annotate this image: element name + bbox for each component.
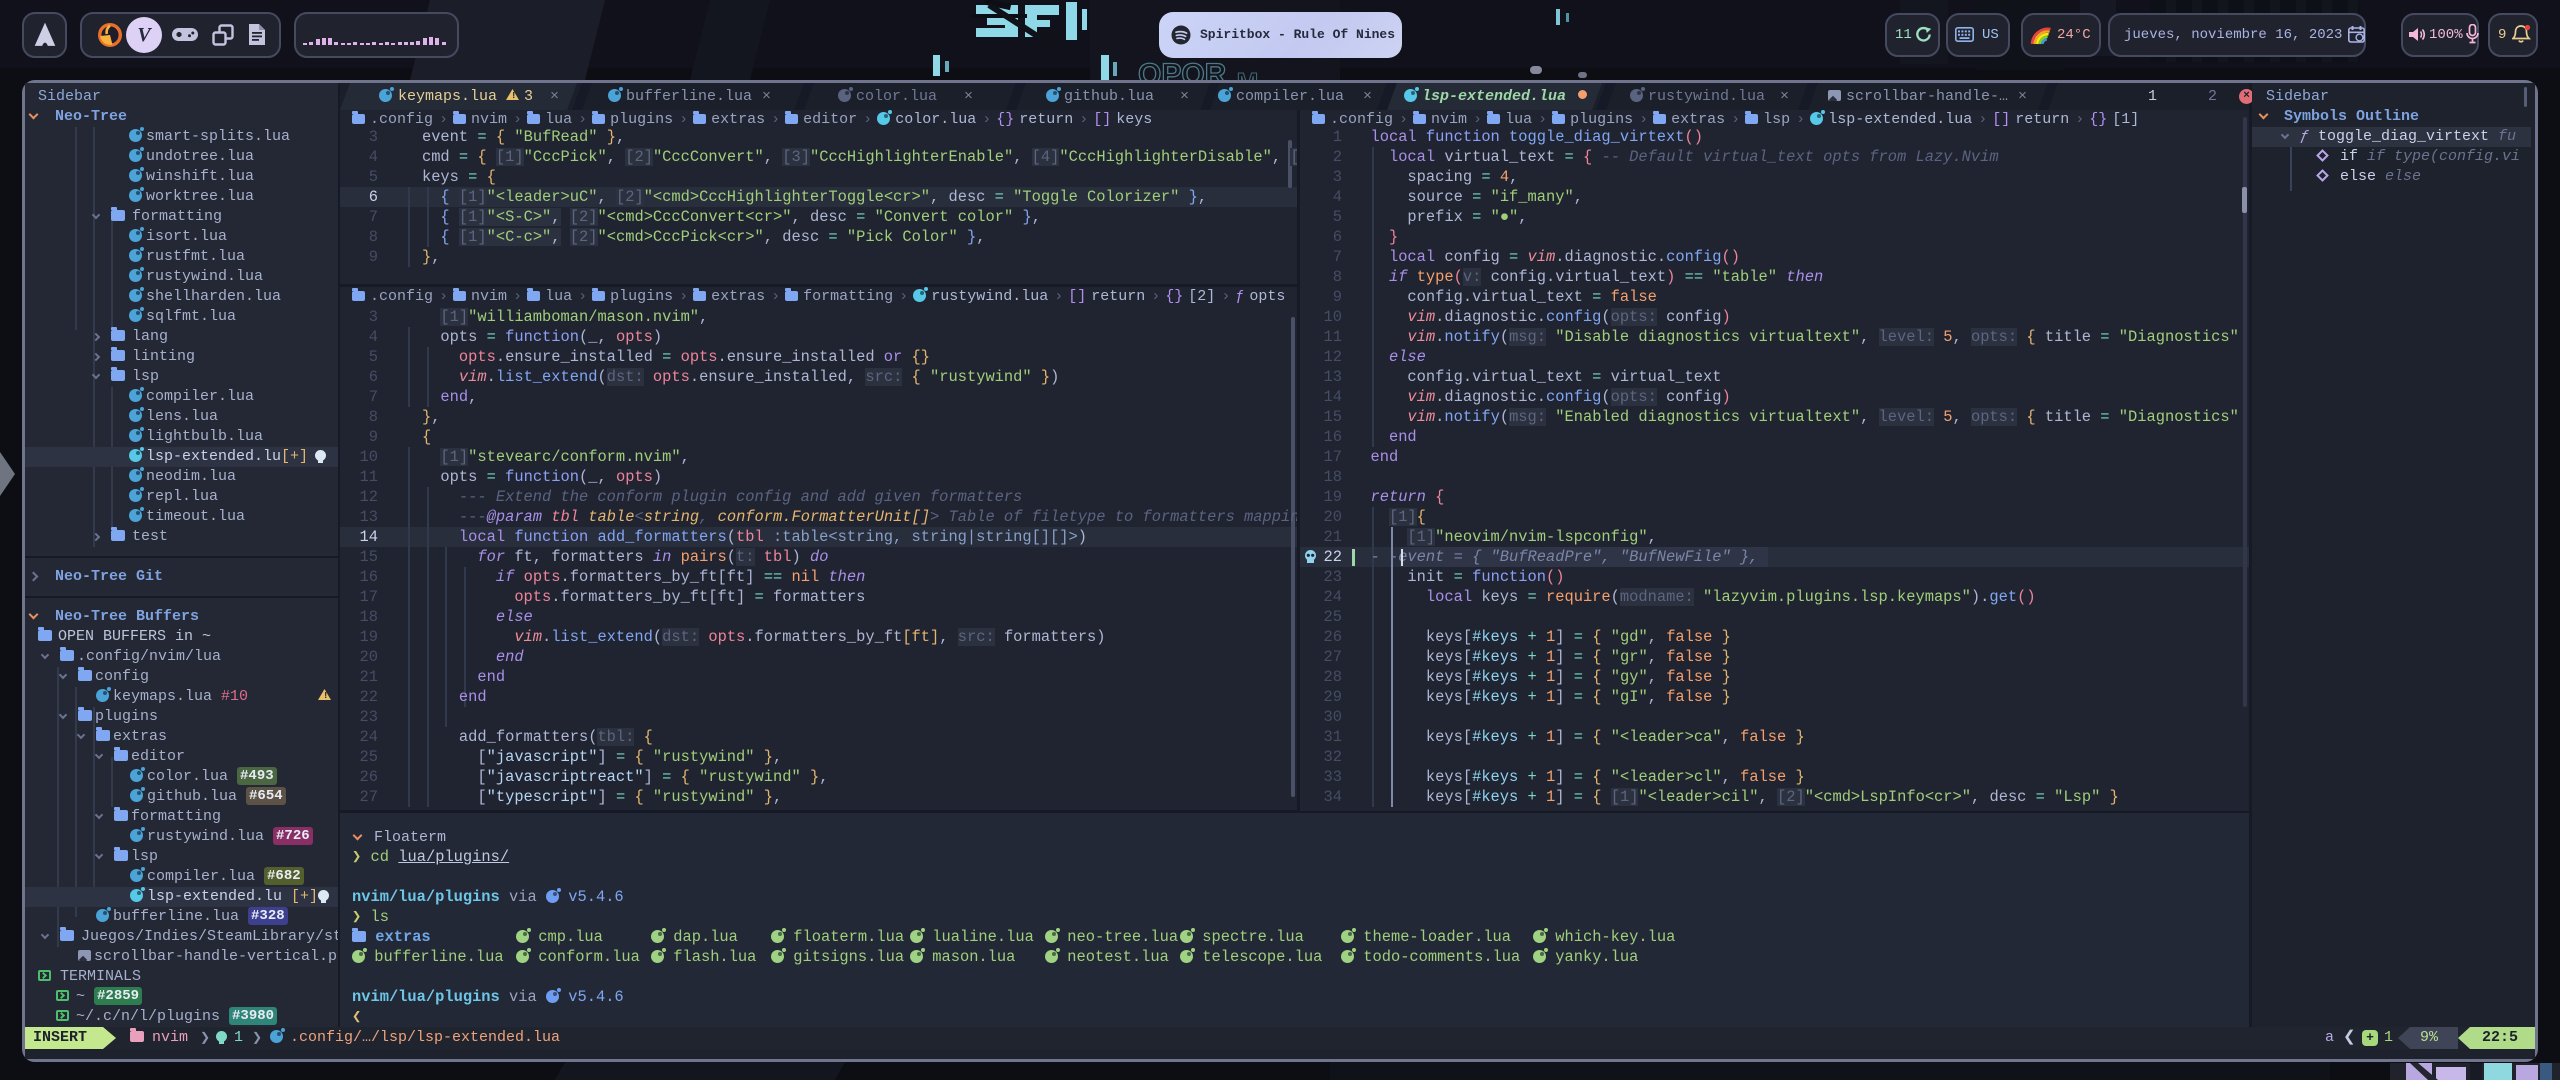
svg-text:OPOR: OPOR (1138, 58, 1227, 80)
svg-text:·M: ·M (1228, 67, 1258, 80)
